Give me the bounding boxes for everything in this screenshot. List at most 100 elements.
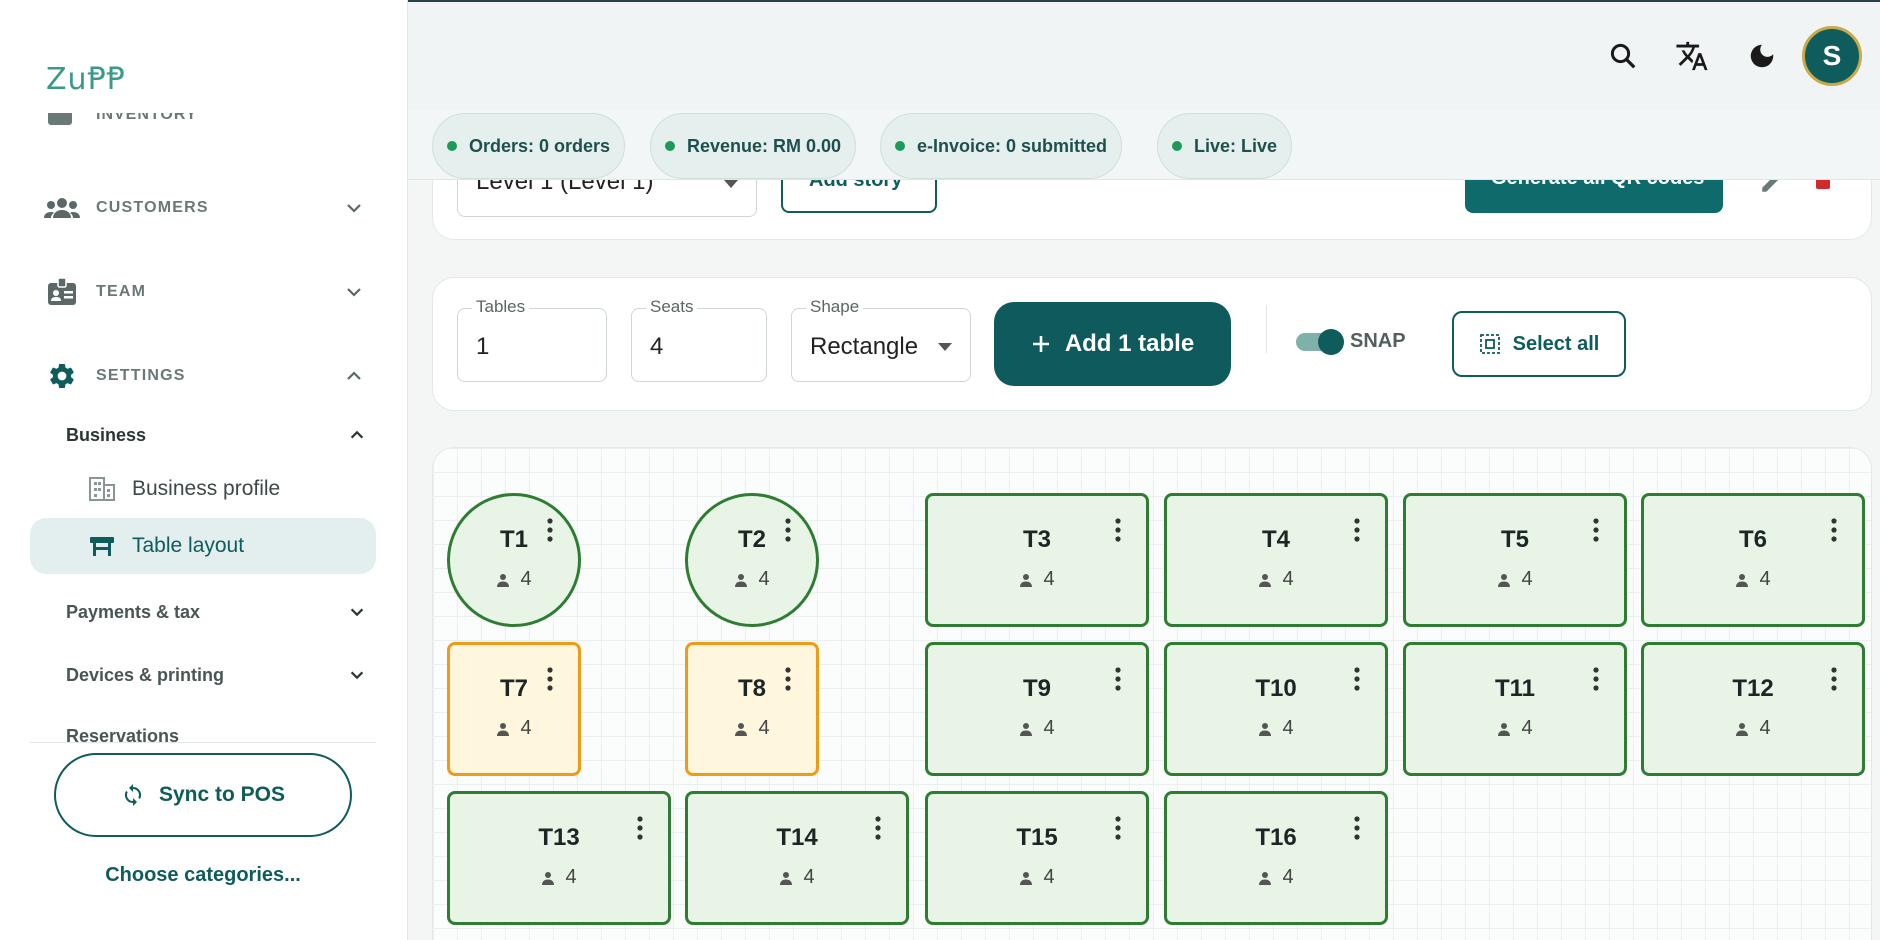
settings-group-business[interactable]: Business: [66, 420, 366, 450]
sidebar-item-table-layout[interactable]: Table layout: [30, 518, 376, 574]
toggle-knob: [1318, 328, 1344, 355]
more-vert-icon[interactable]: [1108, 814, 1128, 842]
snap-toggle[interactable]: SNAP: [1296, 328, 1406, 355]
field-value: 4: [650, 333, 664, 360]
more-vert-icon[interactable]: [1824, 516, 1844, 544]
status-bar: Orders: 0 orders Revenue: RM 0.00 e-Invo…: [408, 110, 1880, 180]
more-vert-icon[interactable]: [778, 516, 798, 544]
table-t10[interactable]: T10 4: [1164, 642, 1388, 776]
more-vert-icon[interactable]: [1586, 665, 1606, 693]
person-icon: [735, 722, 748, 736]
seat-count: 4: [565, 866, 577, 888]
table-t7[interactable]: T7 4: [447, 642, 581, 776]
person-icon: [1259, 722, 1272, 736]
caret-down-icon: [724, 180, 738, 188]
status-pill-orders: Orders: 0 orders: [432, 113, 626, 179]
settings-group-payments-tax[interactable]: Payments & tax: [66, 597, 366, 627]
more-vert-icon[interactable]: [1347, 814, 1367, 842]
table-t5[interactable]: T5 4: [1403, 493, 1627, 627]
more-vert-icon[interactable]: [1347, 516, 1367, 544]
table-t11[interactable]: T11 4: [1403, 642, 1627, 776]
sync-to-pos-button[interactable]: Sync to POS: [54, 753, 352, 837]
seat-count: 4: [803, 866, 815, 888]
group-label: Devices & printing: [66, 664, 225, 685]
table-t2[interactable]: T2 4: [685, 493, 819, 627]
more-vert-icon[interactable]: [1347, 665, 1367, 693]
floor-plan-canvas[interactable]: T1 4 T2 4 T3 4 T4 4 T5 4 T6 4 T7 4 T8 4 T9 4 T10 4 T11 4 T12 4 T…: [432, 447, 1872, 940]
table-t13[interactable]: T13 4: [447, 791, 671, 925]
table-t16[interactable]: T16 4: [1164, 791, 1388, 925]
dark-mode-icon[interactable]: [1742, 36, 1782, 76]
app-logo[interactable]: ZuⱣⱣ: [46, 62, 126, 97]
table-seats: 4: [1406, 717, 1624, 740]
table-seats: 4: [450, 568, 578, 591]
top-bar: [408, 0, 1880, 110]
table-t6[interactable]: T6 4: [1641, 493, 1865, 627]
person-icon: [1498, 722, 1511, 736]
add-table-button[interactable]: Add 1 table: [994, 302, 1231, 386]
seat-count: 4: [758, 568, 770, 590]
caret-down-icon: [938, 343, 952, 351]
more-vert-icon[interactable]: [1586, 516, 1606, 544]
group-label: Payments & tax: [66, 601, 201, 622]
avatar[interactable]: S: [1802, 26, 1862, 86]
translate-icon[interactable]: [1672, 36, 1712, 76]
table-t1[interactable]: T1 4: [447, 493, 581, 627]
seat-count: 4: [1043, 568, 1055, 590]
person-icon: [1020, 573, 1033, 587]
sidebar-item-team[interactable]: TEAM: [44, 274, 364, 310]
seats-field[interactable]: Seats 4: [631, 297, 767, 382]
sidebar-item-customers[interactable]: CUSTOMERS: [44, 190, 364, 226]
sidebar-item-inventory[interactable]: INVENTORY: [46, 113, 366, 133]
sidebar-item-settings[interactable]: SETTINGS: [44, 358, 364, 394]
table-t12[interactable]: T12 4: [1641, 642, 1865, 776]
more-vert-icon[interactable]: [540, 516, 560, 544]
more-vert-icon[interactable]: [540, 665, 560, 693]
seat-count: 4: [1043, 866, 1055, 888]
table-seats: 4: [928, 866, 1146, 889]
sidebar-item-label: Table layout: [132, 534, 245, 557]
sidebar-item-label: Business profile: [132, 477, 281, 500]
sidebar-item-business-profile[interactable]: Business profile: [30, 461, 376, 517]
more-vert-icon[interactable]: [1824, 665, 1844, 693]
person-icon: [1498, 573, 1511, 587]
table-seats: 4: [928, 717, 1146, 740]
more-vert-icon[interactable]: [630, 814, 650, 842]
shape-select[interactable]: Shape Rectangle: [791, 297, 971, 382]
sidebar-item-label: TEAM: [96, 283, 147, 300]
status-pill-revenue: Revenue: RM 0.00: [650, 113, 857, 179]
more-vert-icon[interactable]: [1108, 516, 1128, 544]
more-vert-icon[interactable]: [778, 665, 798, 693]
table-seats: 4: [1644, 717, 1862, 740]
table-seats: 4: [1167, 568, 1385, 591]
search-icon[interactable]: [1603, 36, 1643, 76]
more-vert-icon[interactable]: [868, 814, 888, 842]
table-t15[interactable]: T15 4: [925, 791, 1149, 925]
table-t8[interactable]: T8 4: [685, 642, 819, 776]
seat-count: 4: [1759, 717, 1771, 739]
seat-count: 4: [1282, 866, 1294, 888]
status-pill-label: Revenue: RM 0.00: [687, 135, 842, 156]
settings-group-devices-printing[interactable]: Devices & printing: [66, 660, 366, 690]
status-dot: [447, 141, 457, 151]
seat-count: 4: [1282, 568, 1294, 590]
more-vert-icon[interactable]: [1108, 665, 1128, 693]
status-pill-einvoice: e-Invoice: 0 submitted: [880, 113, 1123, 179]
person-icon: [497, 722, 510, 736]
seat-count: 4: [1521, 717, 1533, 739]
person-icon: [497, 573, 510, 587]
table-t14[interactable]: T14 4: [685, 791, 909, 925]
seat-count: 4: [1521, 568, 1533, 590]
badge-icon: [44, 277, 80, 307]
status-dot: [1172, 141, 1182, 151]
tables-count-field[interactable]: Tables 1: [457, 297, 607, 382]
table-seats: 4: [450, 717, 578, 740]
field-value: Rectangle: [810, 333, 919, 360]
status-dot: [895, 141, 905, 151]
table-seats: 4: [1167, 717, 1385, 740]
table-t4[interactable]: T4 4: [1164, 493, 1388, 627]
choose-categories-link[interactable]: Choose categories...: [54, 864, 352, 887]
select-all-button[interactable]: Select all: [1452, 311, 1626, 377]
table-t3[interactable]: T3 4: [925, 493, 1149, 627]
table-t9[interactable]: T9 4: [925, 642, 1149, 776]
